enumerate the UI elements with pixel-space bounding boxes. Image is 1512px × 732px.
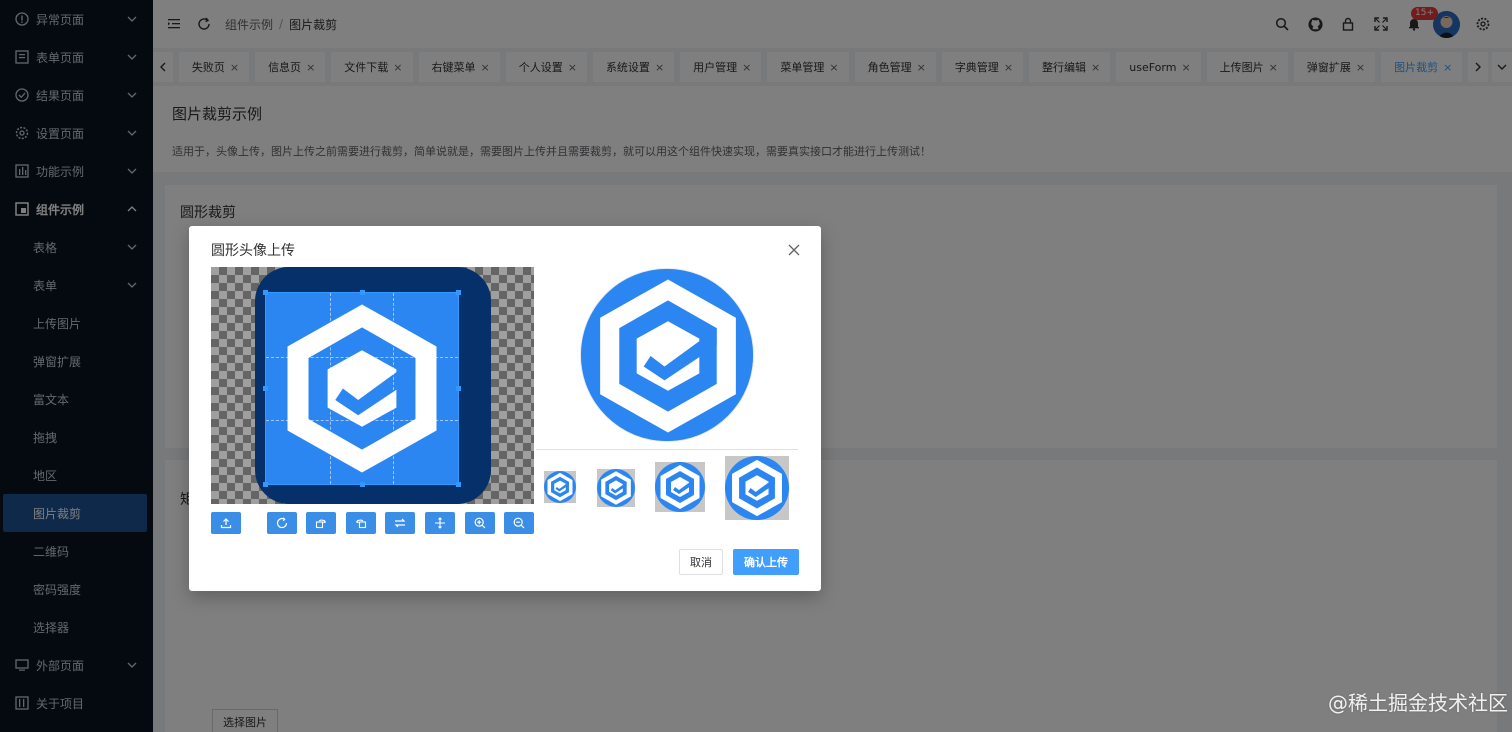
- logo-image: [547, 472, 573, 502]
- crop-toolbar: [211, 512, 541, 535]
- crop-grid-vertical: [330, 293, 394, 484]
- crop-handle[interactable]: [263, 386, 268, 391]
- logo-image: [581, 269, 753, 441]
- crop-canvas[interactable]: [211, 267, 534, 504]
- preview-large: [580, 268, 754, 442]
- logo-image: [601, 471, 631, 505]
- preview-thumb: [655, 462, 705, 512]
- crop-handle[interactable]: [360, 482, 365, 487]
- crop-handle[interactable]: [263, 482, 268, 487]
- crop-handle[interactable]: [456, 482, 461, 487]
- rotate-icon[interactable]: [267, 512, 297, 534]
- preview-thumb: [597, 469, 635, 507]
- crop-handle[interactable]: [456, 290, 461, 295]
- crop-handle[interactable]: [263, 290, 268, 295]
- crop-handle[interactable]: [360, 290, 365, 295]
- divider: [536, 449, 798, 450]
- rotate-left-icon[interactable]: [346, 512, 376, 534]
- zoom-out-icon[interactable]: [504, 512, 534, 534]
- crop-selection[interactable]: [263, 290, 461, 487]
- logo-image: [660, 465, 700, 509]
- watermark: @稀土掘金技术社区: [1328, 691, 1508, 715]
- crop-handle[interactable]: [456, 386, 461, 391]
- preview-thumb: [725, 456, 789, 520]
- preview-thumb: [544, 471, 576, 503]
- rotate-right-icon[interactable]: [306, 512, 336, 534]
- logo-image: [732, 459, 782, 517]
- upload-icon[interactable]: [211, 512, 241, 534]
- modal-title: 圆形头像上传: [211, 243, 295, 259]
- flip-vertical-icon[interactable]: [425, 512, 455, 534]
- crop-modal: 圆形头像上传 取消 确认上传: [189, 226, 821, 591]
- confirm-upload-button[interactable]: 确认上传: [733, 549, 799, 575]
- flip-horizontal-icon[interactable]: [385, 512, 415, 534]
- cancel-button[interactable]: 取消: [679, 549, 723, 575]
- close-icon[interactable]: [787, 243, 801, 257]
- zoom-in-icon[interactable]: [465, 512, 495, 534]
